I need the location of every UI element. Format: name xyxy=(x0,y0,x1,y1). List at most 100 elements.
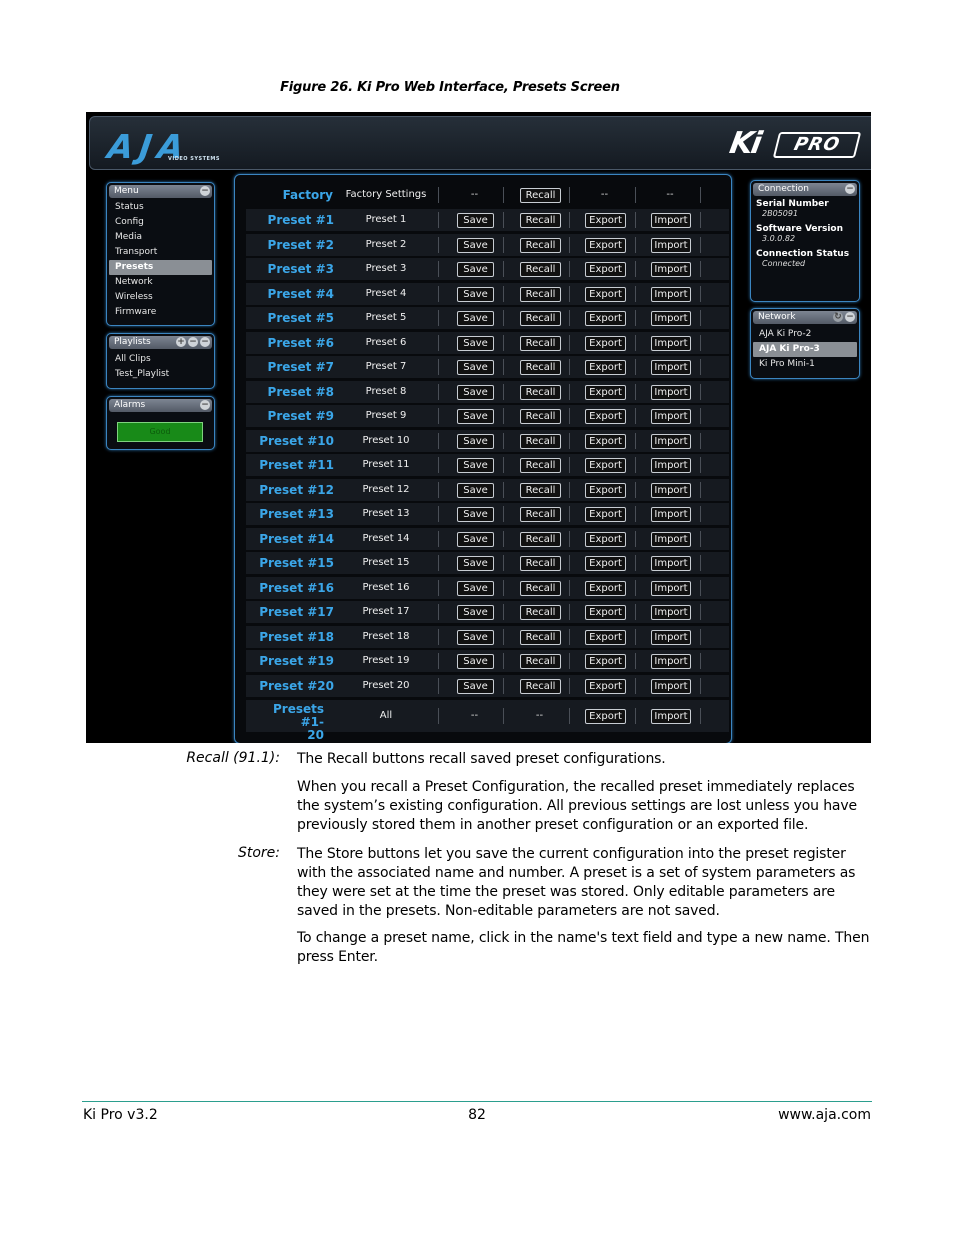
preset-name-field[interactable]: Preset 3 xyxy=(338,258,434,280)
export-button[interactable]: Export xyxy=(585,507,626,522)
export-button[interactable]: Export xyxy=(585,605,626,620)
refresh-icon[interactable]: ↻ xyxy=(833,312,843,322)
save-button[interactable]: Save xyxy=(457,262,494,277)
preset-name-field[interactable]: Preset 10 xyxy=(338,430,434,452)
save-button[interactable]: Save xyxy=(457,311,494,326)
preset-name-field[interactable]: Preset 13 xyxy=(338,503,434,525)
import-button[interactable]: Import xyxy=(651,384,691,400)
recall-button[interactable]: Recall xyxy=(520,213,561,228)
recall-button[interactable]: Recall xyxy=(520,605,561,620)
recall-button[interactable]: Recall xyxy=(520,335,561,351)
recall-button[interactable]: Recall xyxy=(520,237,561,253)
collapse-icon[interactable]: − xyxy=(200,400,210,410)
recall-button[interactable]: Recall xyxy=(520,433,561,449)
import-button[interactable]: Import xyxy=(651,556,691,571)
export-button[interactable]: Export xyxy=(585,213,626,228)
export-button[interactable]: Export xyxy=(585,360,626,375)
menu-item[interactable]: Transport xyxy=(109,245,212,260)
export-button[interactable]: Export xyxy=(585,580,626,596)
preset-name-field[interactable]: Preset 6 xyxy=(338,332,434,354)
preset-name-field[interactable]: Preset 17 xyxy=(338,601,434,623)
preset-name-field[interactable]: Preset 1 xyxy=(338,209,434,231)
export-all-button[interactable]: Export xyxy=(585,709,626,724)
preset-name-field[interactable]: Preset 16 xyxy=(338,577,434,599)
export-button[interactable]: Export xyxy=(585,409,626,424)
save-button[interactable]: Save xyxy=(457,335,494,351)
recall-button[interactable]: Recall xyxy=(520,556,561,571)
import-button[interactable]: Import xyxy=(651,213,691,228)
recall-button[interactable]: Recall xyxy=(520,458,561,473)
preset-name-field[interactable]: Preset 15 xyxy=(338,552,434,574)
save-button[interactable]: Save xyxy=(457,629,494,645)
export-button[interactable]: Export xyxy=(585,262,626,277)
export-button[interactable]: Export xyxy=(585,458,626,473)
preset-name-field[interactable]: Preset 19 xyxy=(338,650,434,672)
save-button[interactable]: Save xyxy=(457,654,494,669)
save-button[interactable]: Save xyxy=(457,433,494,449)
network-device-item[interactable]: AJA Ki Pro-2 xyxy=(753,327,857,342)
import-button[interactable]: Import xyxy=(651,262,691,277)
export-button[interactable]: Export xyxy=(585,237,626,253)
import-button[interactable]: Import xyxy=(651,654,691,669)
recall-button[interactable]: Recall xyxy=(520,482,561,498)
menu-item[interactable]: Wireless xyxy=(109,290,212,305)
export-button[interactable]: Export xyxy=(585,286,626,302)
export-button[interactable]: Export xyxy=(585,678,626,694)
save-button[interactable]: Save xyxy=(457,237,494,253)
save-button[interactable]: Save xyxy=(457,360,494,375)
recall-button[interactable]: Recall xyxy=(520,188,561,203)
export-button[interactable]: Export xyxy=(585,556,626,571)
import-all-button[interactable]: Import xyxy=(651,709,691,724)
import-button[interactable]: Import xyxy=(651,629,691,645)
preset-name-field[interactable]: Preset 9 xyxy=(338,405,434,427)
collapse-icon[interactable]: − xyxy=(200,337,210,347)
export-button[interactable]: Export xyxy=(585,311,626,326)
export-button[interactable]: Export xyxy=(585,531,626,547)
export-button[interactable]: Export xyxy=(585,654,626,669)
network-device-item[interactable]: Ki Pro Mini-1 xyxy=(753,357,857,372)
import-button[interactable]: Import xyxy=(651,605,691,620)
preset-name-field[interactable]: Preset 12 xyxy=(338,479,434,501)
save-button[interactable]: Save xyxy=(457,678,494,694)
save-button[interactable]: Save xyxy=(457,605,494,620)
save-button[interactable]: Save xyxy=(457,409,494,424)
menu-item[interactable]: Firmware xyxy=(109,305,212,320)
recall-button[interactable]: Recall xyxy=(520,262,561,277)
menu-item[interactable]: Media xyxy=(109,230,212,245)
import-button[interactable]: Import xyxy=(651,335,691,351)
recall-button[interactable]: Recall xyxy=(520,360,561,375)
recall-button[interactable]: Recall xyxy=(520,311,561,326)
import-button[interactable]: Import xyxy=(651,507,691,522)
recall-button[interactable]: Recall xyxy=(520,531,561,547)
import-button[interactable]: Import xyxy=(651,531,691,547)
import-button[interactable]: Import xyxy=(651,678,691,694)
recall-button[interactable]: Recall xyxy=(520,580,561,596)
preset-name-field[interactable]: Preset 8 xyxy=(338,381,434,403)
save-button[interactable]: Save xyxy=(457,384,494,400)
remove-icon[interactable]: − xyxy=(188,337,198,347)
collapse-icon[interactable]: − xyxy=(200,186,210,196)
preset-name-field[interactable]: Preset 20 xyxy=(338,675,434,697)
playlist-item[interactable]: All Clips xyxy=(109,352,212,367)
preset-name-field[interactable]: Preset 5 xyxy=(338,307,434,329)
import-button[interactable]: Import xyxy=(651,311,691,326)
import-button[interactable]: Import xyxy=(651,433,691,449)
export-button[interactable]: Export xyxy=(585,629,626,645)
export-button[interactable]: Export xyxy=(585,433,626,449)
import-button[interactable]: Import xyxy=(651,482,691,498)
preset-name-field[interactable]: Preset 18 xyxy=(338,626,434,648)
save-button[interactable]: Save xyxy=(457,286,494,302)
recall-button[interactable]: Recall xyxy=(520,286,561,302)
add-icon[interactable]: + xyxy=(176,337,186,347)
import-button[interactable]: Import xyxy=(651,458,691,473)
preset-name-field[interactable]: Preset 2 xyxy=(338,234,434,256)
import-button[interactable]: Import xyxy=(651,237,691,253)
recall-button[interactable]: Recall xyxy=(520,507,561,522)
menu-item[interactable]: Presets xyxy=(109,260,212,275)
menu-item[interactable]: Network xyxy=(109,275,212,290)
recall-button[interactable]: Recall xyxy=(520,678,561,694)
preset-name-field[interactable]: Preset 7 xyxy=(338,356,434,378)
recall-button[interactable]: Recall xyxy=(520,409,561,424)
save-button[interactable]: Save xyxy=(457,556,494,571)
import-button[interactable]: Import xyxy=(651,409,691,424)
